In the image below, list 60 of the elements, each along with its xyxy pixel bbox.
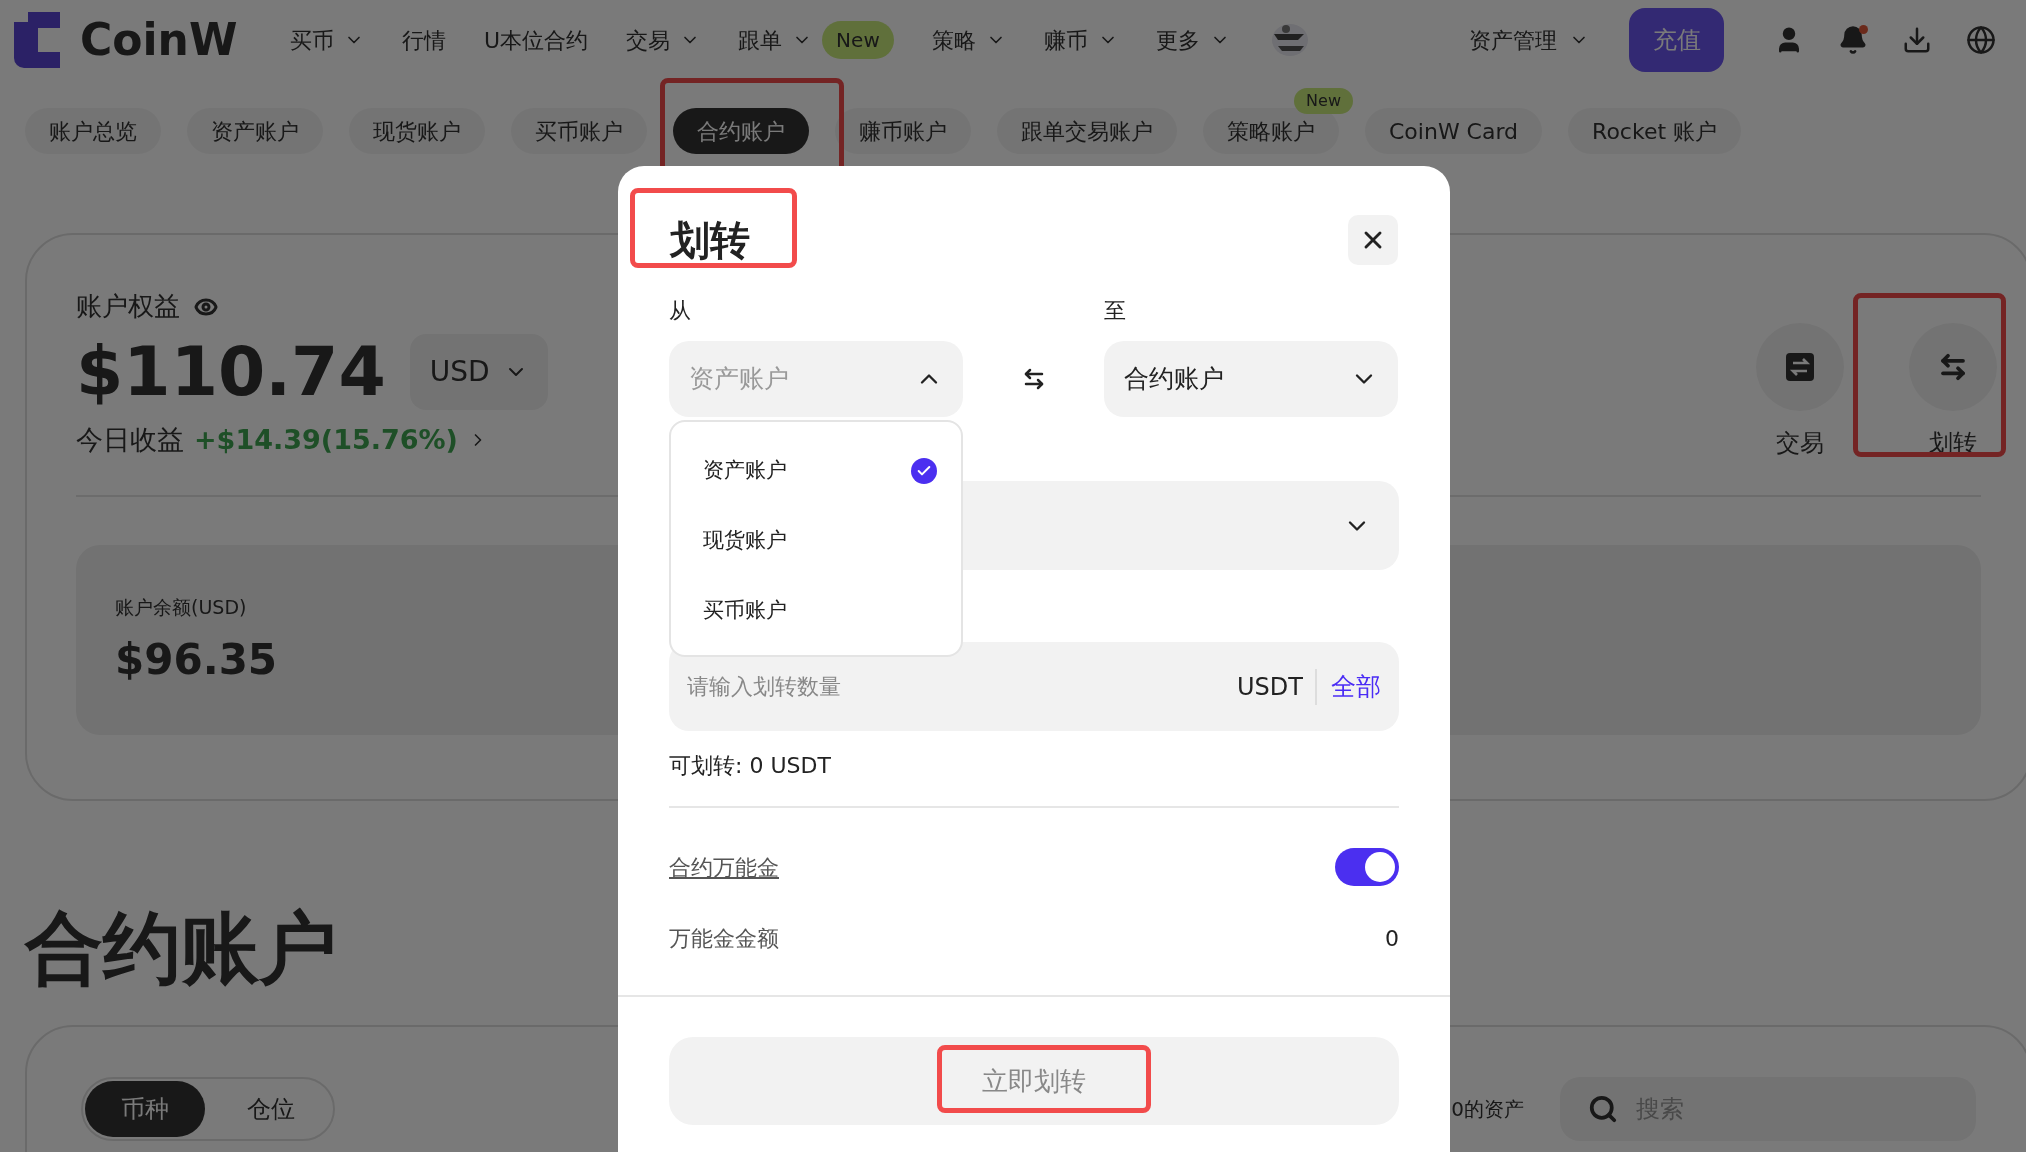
nav-menu-item[interactable]: 策略 xyxy=(931,23,1006,57)
dialog-title: 划转 xyxy=(670,216,750,265)
nav-menu-item[interactable]: U本位合约 xyxy=(484,23,589,57)
equity-label: 账户权益 xyxy=(76,290,180,323)
asset-tab[interactable]: 币种 xyxy=(85,1081,205,1137)
bonus-amount-value: 0 xyxy=(1385,925,1399,953)
available-amount: 可划转: 0 USDT xyxy=(669,752,832,780)
amount-input[interactable]: 请输入划转数量 xyxy=(687,670,1238,703)
nav-menu-item[interactable]: 行情 xyxy=(402,23,446,57)
to-account-select[interactable]: 合约账户 xyxy=(1104,341,1398,417)
swap-arrows-icon xyxy=(1938,352,1968,382)
check-icon xyxy=(911,458,937,484)
notification-icon[interactable] xyxy=(1838,25,1868,55)
from-account-select[interactable]: 资产账户 xyxy=(669,341,963,417)
new-badge: New xyxy=(1294,88,1353,114)
section-heading: 合约账户 xyxy=(25,909,337,987)
nav-menu-item[interactable]: 买币 xyxy=(290,23,364,57)
account-tab[interactable]: 合约账户 xyxy=(673,108,809,154)
dropdown-option[interactable]: 资产账户 xyxy=(671,436,961,506)
currency-select[interactable]: USD xyxy=(409,334,548,410)
dropdown-option[interactable]: 现货账户 xyxy=(671,506,961,576)
download-icon[interactable] xyxy=(1902,25,1932,55)
deposit-button[interactable]: 充值 xyxy=(1629,8,1724,72)
account-tab[interactable]: 账户总览 xyxy=(25,108,161,154)
account-tab[interactable]: 策略账户 xyxy=(1203,108,1339,154)
nav-menu-item[interactable]: 交易 xyxy=(626,23,701,57)
balance-amount: $96.35 xyxy=(115,633,278,686)
nav-menu-item[interactable]: 跟单 xyxy=(738,23,813,57)
exchange-square-icon xyxy=(1785,352,1815,382)
new-badge: New xyxy=(822,21,894,59)
to-label: 至 xyxy=(1104,297,1126,325)
amount-field[interactable]: 请输入划转数量 USDT 全部 xyxy=(669,642,1399,731)
bonus-link[interactable]: 合约万能金 xyxy=(669,850,779,884)
submit-button[interactable]: 立即划转 xyxy=(669,1037,1399,1125)
bonus-amount-label: 万能金金额 xyxy=(669,925,779,953)
search-icon xyxy=(1588,1094,1618,1124)
account-tab[interactable]: 赚币账户 xyxy=(835,108,971,154)
equity-amount: $110.74 xyxy=(76,338,386,406)
globe-icon[interactable] xyxy=(1966,25,1996,55)
logo-icon xyxy=(14,12,60,68)
asset-tab[interactable]: 仓位 xyxy=(211,1081,331,1137)
account-tab[interactable]: 资产账户 xyxy=(187,108,323,154)
close-button[interactable] xyxy=(1348,215,1398,265)
account-tab[interactable]: Rocket 账户 xyxy=(1568,108,1742,154)
logo-text: CoinW xyxy=(80,13,238,67)
today-profit-value: +$14.39(15.76%) xyxy=(194,423,458,457)
account-tab[interactable]: 跟单交易账户 xyxy=(997,108,1177,154)
bonus-toggle[interactable] xyxy=(1335,848,1399,886)
balance-label: 账户余额(USD) xyxy=(115,595,247,620)
asset-management-menu[interactable]: 资产管理 xyxy=(1469,23,1589,57)
unit-label: USDT xyxy=(1237,668,1317,705)
account-tab[interactable]: CoinW Card xyxy=(1365,108,1543,154)
today-profit-label: 今日收益 xyxy=(76,423,184,457)
nav-menu-item[interactable]: 赚币 xyxy=(1043,23,1118,57)
account-tab[interactable]: 买币账户 xyxy=(511,108,647,154)
hide-zero-label: 0的资产 xyxy=(1451,1096,1524,1123)
nav-menu-item[interactable]: 更多 xyxy=(1155,23,1230,57)
from-label: 从 xyxy=(669,297,692,325)
max-button[interactable]: 全部 xyxy=(1317,667,1381,706)
account-tab[interactable]: 现货账户 xyxy=(349,108,485,154)
